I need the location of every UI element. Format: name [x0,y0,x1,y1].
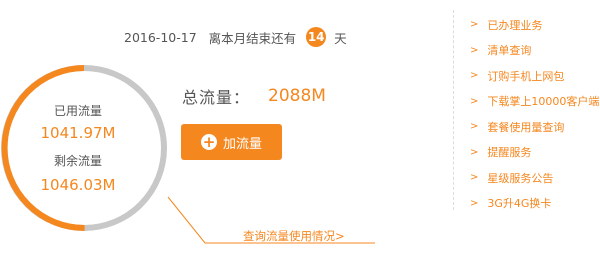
service-menu: > 已办理业务 > 清单查询 > 订购手机上网包 > 下载掌上10000客户端 > 套餐使… [470,12,599,216]
add-traffic-button[interactable]: + 加流量 [181,124,282,160]
plus-icon: + [200,133,217,151]
chevron-right-icon: > [470,146,479,158]
menu-item-handled-services[interactable]: > 已办理业务 [470,12,599,38]
add-traffic-label: 加流量 [222,136,262,152]
menu-item-label: 3G升4G换卡 [487,197,552,211]
menu-item-label: 清单查询 [487,44,532,58]
menu-item-plan-usage-query[interactable]: > 套餐使用量查询 [470,114,599,140]
days-left-badge: 14 [306,27,327,47]
used-traffic-label: 已用流量 [53,104,102,118]
chevron-right-icon: > [470,70,479,82]
menu-item-label: 星级服务公告 [487,171,554,185]
chevron-right-icon: > [470,172,479,184]
menu-item-download-client[interactable]: > 下载掌上10000客户端 [470,89,599,115]
remaining-traffic-value: 1046.03M [40,176,116,194]
menu-item-order-data-package[interactable]: > 订购手机上网包 [470,63,599,89]
chevron-right-icon: > [470,19,479,31]
total-traffic: 总流量： 2088M [182,84,326,108]
chevron-right-icon: > [470,44,479,56]
total-traffic-label: 总流量： [182,88,251,107]
chevron-right-icon: > [470,197,479,209]
current-date: 2016-10-17 [124,29,197,45]
menu-item-label: 提醒服务 [487,146,532,160]
chevron-right-icon: > [470,95,479,107]
chevron-right-icon: > [470,121,479,133]
menu-item-label: 下载掌上10000客户端 [487,95,600,109]
menu-item-reminder-service[interactable]: > 提醒服务 [470,140,599,166]
menu-item-star-service-notice[interactable]: > 星级服务公告 [470,165,599,191]
menu-item-label: 订购手机上网包 [487,69,565,83]
date-countdown-line: 2016-10-17 离本月结束还有 14 天 [124,24,347,50]
query-usage-link[interactable]: 查询流量使用情况> [243,228,345,244]
countdown-prefix: 离本月结束还有 [208,30,297,46]
menu-item-label: 已办理业务 [487,18,543,32]
used-traffic-value: 1041.97M [40,124,116,142]
menu-item-label: 套餐使用量查询 [487,120,565,134]
usage-ring [1,65,167,231]
menu-item-3g-to-4g-card[interactable]: >3G升4G换卡 [470,191,599,217]
days-unit: 天 [334,30,347,46]
ring-used-arc [1,65,85,231]
remaining-traffic-label: 剩余流量 [53,154,102,168]
menu-item-bill-query[interactable]: > 清单查询 [470,38,599,64]
sidebar-divider [453,10,455,210]
total-traffic-value: 2088M [268,86,326,106]
